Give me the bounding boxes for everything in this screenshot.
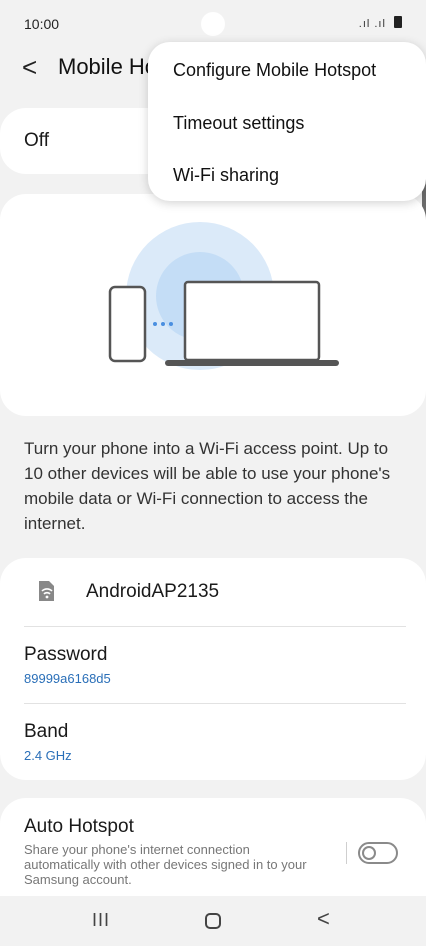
toggle-knob [362,846,376,860]
auto-hotspot-title: Auto Hotspot [24,816,134,837]
divider [24,626,406,627]
auto-hotspot-description: Share your phone's internet connection a… [24,842,307,887]
hotspot-description: Turn your phone into a Wi-Fi access poin… [24,439,391,533]
hotspot-network-icon [39,581,54,601]
recents-icon[interactable]: III [92,910,110,931]
network-name[interactable]: AndroidAP2135 [86,581,219,603]
band-value: 2.4 GHz [24,748,72,763]
home-icon[interactable] [205,913,221,929]
phone-outline-icon [108,285,147,363]
password-value: 89999a6168d5 [24,671,111,686]
band-label: Band [24,721,69,742]
hotspot-illustration [108,222,339,370]
overflow-menu: Configure Mobile Hotspot Timeout setting… [148,42,426,201]
menu-item-configure-hotspot[interactable]: Configure Mobile Hotspot [173,60,376,81]
hotspot-illustration-card [0,194,426,416]
nav-back-icon[interactable]: < [317,906,330,932]
system-nav-bar: III < [0,896,426,946]
divider [24,703,406,704]
hotspot-state-label: Off [24,130,49,151]
network-info-card: AndroidAP2135 Password 89999a6168d5 Band… [0,558,426,780]
laptop-base-icon [165,360,339,366]
menu-item-timeout-settings[interactable]: Timeout settings [173,113,304,134]
signal-icon: .ıl .ıl [358,18,386,30]
page-title: Mobile Hotspot [58,54,150,79]
password-label: Password [24,644,108,665]
laptop-screen-icon [183,280,321,362]
battery-icon [394,16,402,28]
divider [346,842,347,864]
signal-icons: .ıl .ıl [359,16,402,30]
status-bar: 10:00 .ıl .ıl [0,0,426,48]
status-time: 10:00 [24,16,60,32]
back-icon[interactable]: < [22,54,37,80]
camera-cutout [201,12,225,36]
signal-dot [161,322,165,326]
menu-item-wifi-sharing[interactable]: Wi-Fi sharing [173,165,279,186]
signal-dot [169,322,173,326]
auto-hotspot-row[interactable]: Auto Hotspot Share your phone's internet… [0,798,426,896]
signal-dot [153,322,157,326]
auto-hotspot-toggle[interactable] [358,842,398,864]
